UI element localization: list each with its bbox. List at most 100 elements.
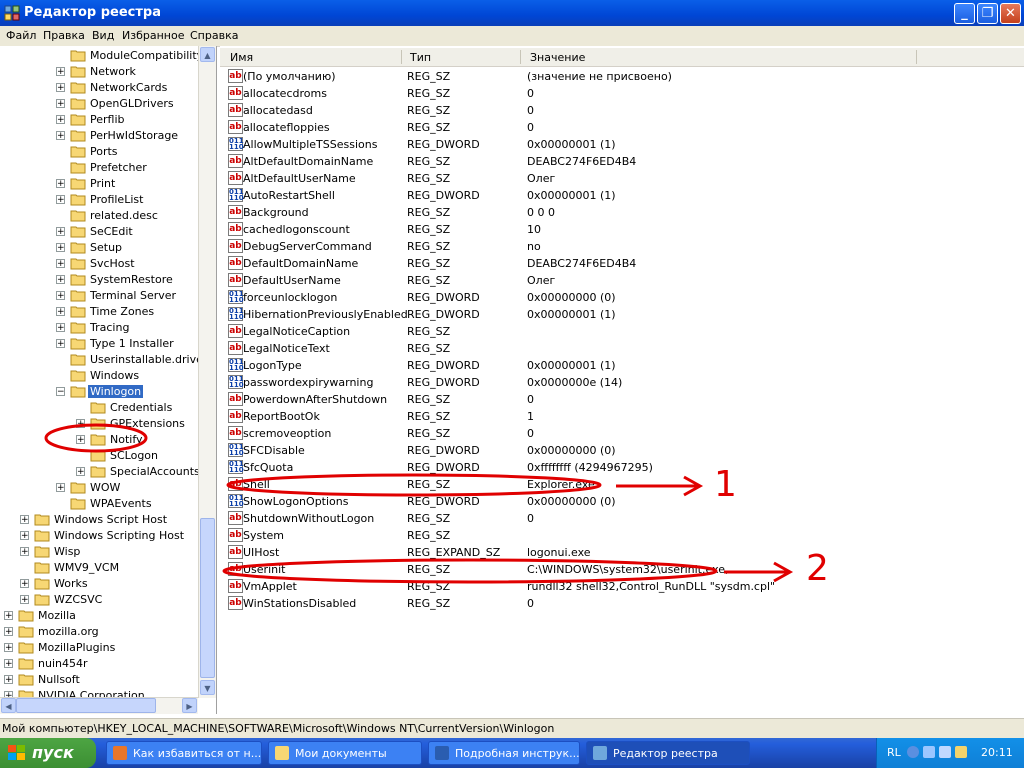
value-row[interactable]: ab LegalNoticeText REG_SZ bbox=[220, 340, 1024, 357]
tree-node[interactable]: + Type 1 Installer bbox=[0, 336, 198, 352]
expand-icon[interactable]: + bbox=[56, 99, 65, 109]
taskbar-button[interactable]: Как избавиться от н... bbox=[106, 741, 262, 765]
tree-node[interactable]: WMV9_VCM bbox=[0, 560, 198, 576]
tree-node[interactable]: Windows bbox=[0, 368, 198, 384]
expand-icon[interactable]: + bbox=[56, 195, 65, 205]
tree-scroll-thumb[interactable] bbox=[200, 518, 215, 678]
value-row[interactable]: ab (По умолчанию) REG_SZ (значение не присв… bbox=[220, 68, 1024, 85]
tree-node[interactable]: − Winlogon bbox=[0, 384, 198, 400]
value-row[interactable]: ab ShutdownWithoutLogon REG_SZ 0 bbox=[220, 510, 1024, 527]
column-separator[interactable] bbox=[401, 50, 402, 64]
menu-favorites[interactable]: Избранное bbox=[122, 29, 184, 42]
clock[interactable]: 20:11 bbox=[981, 746, 1013, 759]
taskbar-button[interactable]: Подробная инструк... bbox=[428, 741, 580, 765]
expand-icon[interactable]: + bbox=[56, 259, 65, 269]
tree-node[interactable]: + Tracing bbox=[0, 320, 198, 336]
volume-icon[interactable] bbox=[955, 746, 967, 758]
column-header-value[interactable]: Значение bbox=[530, 51, 585, 64]
expand-icon[interactable]: + bbox=[56, 291, 65, 301]
value-row[interactable]: 011 110 AutoRestartShell REG_DWORD 0x000000… bbox=[220, 187, 1024, 204]
value-row[interactable]: ab LegalNoticeCaption REG_SZ bbox=[220, 323, 1024, 340]
tree-node[interactable]: + NetworkCards bbox=[0, 80, 198, 96]
taskbar-button[interactable]: Мои документы bbox=[268, 741, 422, 765]
value-row[interactable]: ab allocatedasd REG_SZ 0 bbox=[220, 102, 1024, 119]
tree-node[interactable]: + PerHwIdStorage bbox=[0, 128, 198, 144]
expand-icon[interactable]: + bbox=[20, 595, 29, 605]
tray-back-icon[interactable] bbox=[907, 746, 919, 758]
menu-help[interactable]: Справка bbox=[190, 29, 238, 42]
tree-node[interactable]: + WZCSVC bbox=[0, 592, 198, 608]
tree-node[interactable]: + Works bbox=[0, 576, 198, 592]
tree-node[interactable]: + SeCEdit bbox=[0, 224, 198, 240]
tree-node[interactable]: + Mozilla bbox=[0, 608, 198, 624]
maximize-button[interactable]: ❐ bbox=[977, 3, 998, 24]
value-row[interactable]: ab cachedlogonscount REG_SZ 10 bbox=[220, 221, 1024, 238]
tree-node[interactable]: + SpecialAccounts bbox=[0, 464, 198, 480]
column-header-name[interactable]: Имя bbox=[230, 51, 253, 64]
tree-node[interactable]: + Setup bbox=[0, 240, 198, 256]
tree-node[interactable]: + OpenGLDrivers bbox=[0, 96, 198, 112]
tree-vertical-scrollbar[interactable]: ▲ ▼ bbox=[198, 46, 216, 698]
tree-node[interactable]: + Wisp bbox=[0, 544, 198, 560]
value-row[interactable]: ab Background REG_SZ 0 0 0 bbox=[220, 204, 1024, 221]
value-row[interactable]: ab ReportBootOk REG_SZ 1 bbox=[220, 408, 1024, 425]
expand-icon[interactable]: + bbox=[56, 115, 65, 125]
expand-icon[interactable]: + bbox=[56, 307, 65, 317]
tree-hscroll-thumb[interactable] bbox=[16, 698, 156, 713]
expand-icon[interactable]: + bbox=[56, 275, 65, 285]
tree-node[interactable]: + mozilla.org bbox=[0, 624, 198, 640]
value-row[interactable]: 011 110 SFCDisable REG_DWORD 0x00000000 (0) bbox=[220, 442, 1024, 459]
tree-node[interactable]: ModuleCompatibility bbox=[0, 48, 198, 64]
expand-icon[interactable]: + bbox=[56, 131, 65, 141]
network-icon[interactable] bbox=[923, 746, 935, 758]
tree-node[interactable]: + nuin454r bbox=[0, 656, 198, 672]
tree-node[interactable]: + SvcHost bbox=[0, 256, 198, 272]
expand-icon[interactable]: + bbox=[56, 483, 65, 493]
menu-edit[interactable]: Правка bbox=[43, 29, 85, 42]
tree-node[interactable]: + ProfileList bbox=[0, 192, 198, 208]
scroll-up-arrow-icon[interactable]: ▲ bbox=[200, 47, 215, 62]
tree-node[interactable]: + MozillaPlugins bbox=[0, 640, 198, 656]
tree-node[interactable]: + Windows Scripting Host bbox=[0, 528, 198, 544]
tree-node[interactable]: Credentials bbox=[0, 400, 198, 416]
collapse-icon[interactable]: − bbox=[56, 387, 65, 397]
expand-icon[interactable]: + bbox=[4, 611, 13, 621]
taskbar-button[interactable]: Редактор реестра bbox=[586, 741, 750, 765]
expand-icon[interactable]: + bbox=[4, 643, 13, 653]
tree-node[interactable]: + Print bbox=[0, 176, 198, 192]
close-button[interactable]: ✕ bbox=[1000, 3, 1021, 24]
tree-node[interactable]: + SystemRestore bbox=[0, 272, 198, 288]
start-button[interactable]: пуск bbox=[0, 738, 96, 768]
expand-icon[interactable]: + bbox=[4, 659, 13, 669]
expand-icon[interactable]: + bbox=[56, 243, 65, 253]
value-row[interactable]: 011 110 passwordexpirywarning REG_DWORD 0x0… bbox=[220, 374, 1024, 391]
value-row[interactable]: ab DebugServerCommand REG_SZ no bbox=[220, 238, 1024, 255]
tree-node[interactable]: + Perflib bbox=[0, 112, 198, 128]
expand-icon[interactable]: + bbox=[20, 515, 29, 525]
language-indicator[interactable]: RL bbox=[887, 746, 901, 759]
tree-node[interactable]: + Network bbox=[0, 64, 198, 80]
tree-node[interactable]: Prefetcher bbox=[0, 160, 198, 176]
value-row[interactable]: ab DefaultDomainName REG_SZ DEABC274F6ED4B4 bbox=[220, 255, 1024, 272]
expand-icon[interactable]: + bbox=[56, 83, 65, 93]
title-bar[interactable]: Редактор реестра _ ❐ ✕ bbox=[0, 0, 1024, 26]
tree-node[interactable]: related.desc bbox=[0, 208, 198, 224]
value-row[interactable]: 011 110 AllowMultipleTSSessions REG_DWORD 0… bbox=[220, 136, 1024, 153]
expand-icon[interactable]: + bbox=[56, 67, 65, 77]
scroll-right-arrow-icon[interactable]: ▶ bbox=[182, 698, 197, 713]
minimize-button[interactable]: _ bbox=[954, 3, 975, 24]
tree-node[interactable]: + WOW bbox=[0, 480, 198, 496]
value-row[interactable]: ab WinStationsDisabled REG_SZ 0 bbox=[220, 595, 1024, 612]
value-row[interactable]: ab AltDefaultUserName REG_SZ Олег bbox=[220, 170, 1024, 187]
tree-node[interactable]: + Terminal Server bbox=[0, 288, 198, 304]
value-row[interactable]: ab allocatecdroms REG_SZ 0 bbox=[220, 85, 1024, 102]
expand-icon[interactable]: + bbox=[20, 531, 29, 541]
value-row[interactable]: ab DefaultUserName REG_SZ Олег bbox=[220, 272, 1024, 289]
tree-node[interactable]: Ports bbox=[0, 144, 198, 160]
expand-icon[interactable]: + bbox=[56, 323, 65, 333]
expand-icon[interactable]: + bbox=[76, 467, 85, 477]
scroll-left-arrow-icon[interactable]: ◀ bbox=[1, 698, 16, 713]
menu-file[interactable]: Файл bbox=[6, 29, 36, 42]
expand-icon[interactable]: + bbox=[56, 339, 65, 349]
column-separator[interactable] bbox=[520, 50, 521, 64]
